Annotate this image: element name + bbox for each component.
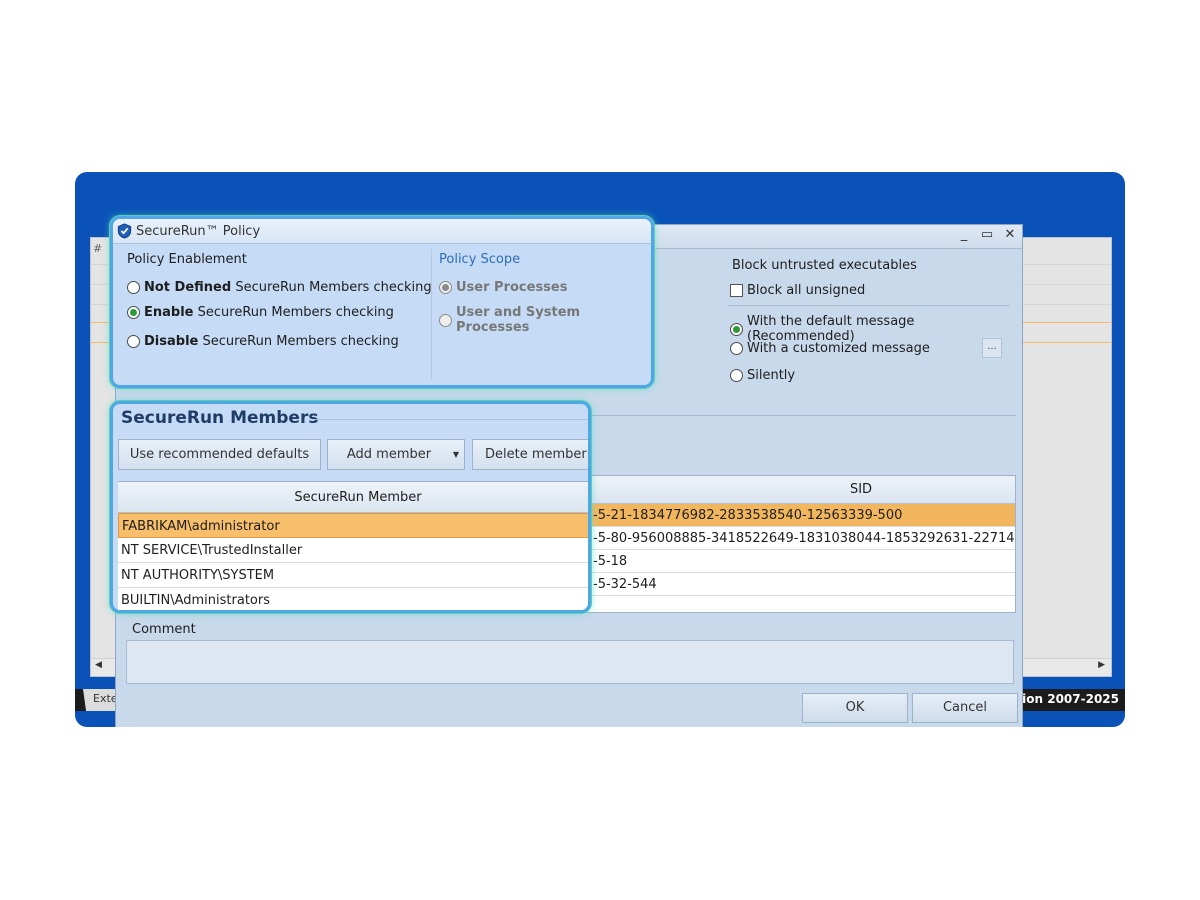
radio-button[interactable] (439, 281, 452, 294)
table-row[interactable]: NT SERVICE\TrustedInstaller (118, 538, 588, 563)
policy-panel-title: SecureRun™ Policy (136, 223, 261, 239)
radio-button[interactable] (730, 322, 743, 336)
radio-default-message[interactable]: With the default message (Recommended) (730, 314, 1022, 344)
radio-label: With a customized message (747, 341, 930, 356)
radio-label: Disable SecureRun Members checking (144, 334, 399, 349)
close-icon[interactable]: ✕ (1000, 227, 1020, 242)
radio-button[interactable] (127, 335, 140, 348)
sid-table: SID -5-21-1834776982-2833538540-12563339… (586, 475, 1016, 613)
ok-button[interactable]: OK (802, 693, 908, 723)
radio-label: Enable SecureRun Members checking (144, 305, 394, 320)
section-divider (431, 249, 432, 379)
customize-message-button[interactable]: ... (982, 338, 1002, 358)
maximize-icon[interactable]: ▭ (977, 227, 997, 242)
section-divider (586, 415, 1016, 416)
scroll-right-icon[interactable]: ▶ (1098, 660, 1105, 670)
radio-button[interactable] (730, 342, 743, 355)
block-untrusted-label: Block untrusted executables (732, 258, 917, 273)
add-member-button[interactable]: Add member ▼ (327, 439, 465, 470)
block-all-unsigned-checkbox[interactable]: Block all unsigned (730, 283, 865, 298)
table-row[interactable]: -5-80-956008885-3418522649-1831038044-18… (587, 527, 1015, 550)
scroll-left-icon[interactable]: ◀ (95, 660, 102, 670)
radio-not-defined[interactable]: Not Defined SecureRun Members checking (127, 280, 432, 295)
table-row[interactable]: BUILTIN\Administrators (118, 588, 588, 610)
radio-label: User and System Processes (456, 305, 581, 335)
radio-customized-message[interactable]: With a customized message (730, 341, 930, 356)
comment-field[interactable] (126, 640, 1014, 684)
members-heading: SecureRun Members (121, 408, 319, 428)
shield-icon (117, 223, 132, 239)
radio-enable[interactable]: Enable SecureRun Members checking (127, 305, 394, 320)
radio-user-and-system-processes[interactable]: User and System Processes (439, 305, 651, 335)
radio-label-bold: Not Defined (144, 280, 232, 295)
policy-panel-highlight: SecureRun™ Policy Policy Enablement Not … (110, 216, 654, 388)
table-row[interactable]: FABRIKAM\administrator (118, 513, 588, 538)
radio-label-rest: SecureRun Members checking (193, 305, 394, 320)
policy-panel-titlebar: SecureRun™ Policy (113, 219, 651, 244)
delete-member-button[interactable]: Delete member(s (472, 439, 588, 470)
radio-label-bold: Enable (144, 305, 194, 320)
radio-label: Silently (747, 368, 796, 383)
members-table: SecureRun Member FABRIKAM\administrator … (118, 481, 588, 610)
use-recommended-defaults-button[interactable]: Use recommended defaults (118, 439, 321, 470)
radio-label-bold: Disable (144, 334, 199, 349)
radio-button[interactable] (439, 313, 452, 327)
column-marker: # (93, 242, 103, 255)
radio-label-rest: SecureRun Members checking (231, 280, 432, 295)
table-row[interactable]: -5-18 (587, 550, 1015, 573)
sid-column-header[interactable]: SID (587, 476, 1015, 504)
table-row[interactable]: -5-32-544 (587, 573, 1015, 596)
checkbox-label: Block all unsigned (747, 283, 866, 298)
policy-scope-heading: Policy Scope (439, 252, 521, 267)
cancel-button[interactable]: Cancel (912, 693, 1018, 723)
radio-button[interactable] (127, 306, 140, 319)
dropdown-arrow-icon[interactable]: ▼ (453, 440, 459, 469)
radio-label: Not Defined SecureRun Members checking (144, 280, 432, 295)
minimize-icon[interactable]: _ (954, 227, 974, 242)
radio-disable[interactable]: Disable SecureRun Members checking (127, 334, 399, 349)
radio-button[interactable] (127, 281, 140, 294)
add-member-label: Add member (346, 447, 432, 462)
comment-label: Comment (132, 622, 196, 637)
member-column-header[interactable]: SecureRun Member (118, 482, 588, 513)
radio-label: User Processes (456, 280, 568, 295)
checkbox-box[interactable] (730, 284, 743, 297)
radio-button[interactable] (730, 369, 743, 382)
table-row[interactable]: -5-21-1834776982-2833538540-12563339-500 (587, 504, 1015, 527)
section-divider (728, 305, 1010, 306)
radio-user-processes[interactable]: User Processes (439, 280, 567, 295)
heading-divider (313, 419, 588, 420)
radio-label-rest: SecureRun Members checking (198, 334, 399, 349)
members-panel-highlight: SecureRun Members Use recommended defaul… (110, 401, 591, 613)
table-row[interactable]: NT AUTHORITY\SYSTEM (118, 563, 588, 588)
policy-enablement-heading: Policy Enablement (127, 252, 247, 267)
radio-silently[interactable]: Silently (730, 368, 795, 383)
radio-label: With the default message (Recommended) (747, 314, 915, 344)
